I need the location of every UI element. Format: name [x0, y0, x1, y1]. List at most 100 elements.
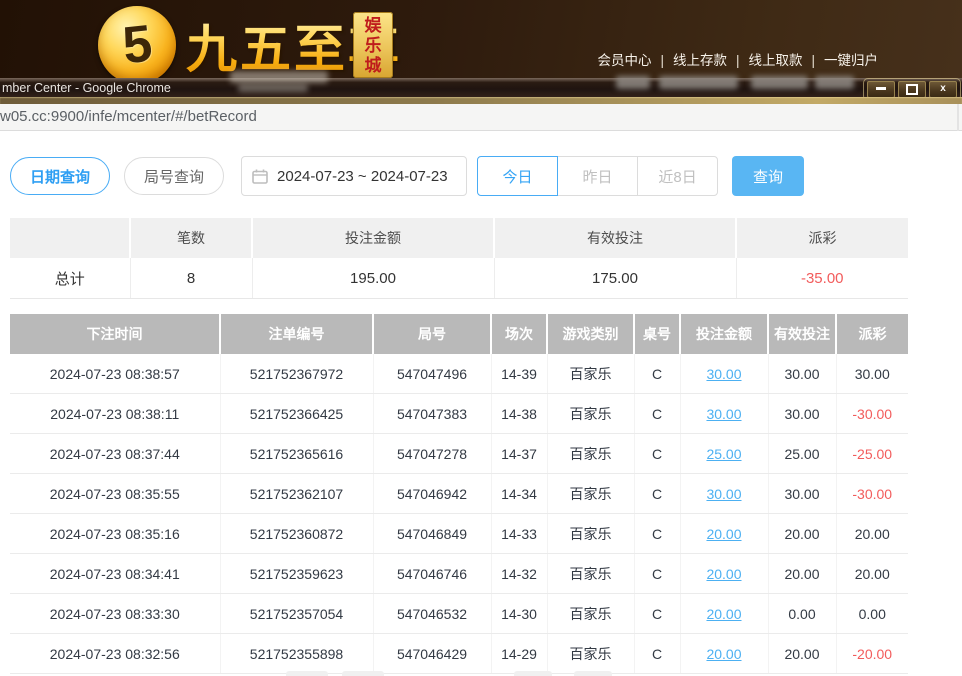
amount-cell[interactable]: 30.00 — [680, 394, 768, 434]
game-cell: 百家乐 — [547, 394, 634, 434]
payout-cell: -20.00 — [836, 634, 908, 674]
session-cell: 14-33 — [491, 514, 547, 554]
bet-id-cell: 521752366425 — [220, 394, 373, 434]
bet-id-cell: 521752362107 — [220, 474, 373, 514]
round-cell: 547047383 — [373, 394, 491, 434]
blurred-text — [659, 76, 738, 89]
quick-today-button[interactable]: 今日 — [477, 156, 558, 196]
bet-id-cell: 521752357054 — [220, 594, 373, 634]
summary-bet-amount-value: 195.00 — [252, 258, 494, 299]
maximize-button[interactable] — [898, 81, 926, 98]
nav-one-key-transfer[interactable]: 一键归户 — [824, 53, 878, 68]
table-row: 2024-07-23 08:38:57521752367972547047496… — [10, 354, 908, 394]
nav-member-center[interactable]: 会员中心 — [597, 53, 651, 68]
amount-cell[interactable]: 30.00 — [680, 474, 768, 514]
amount-cell[interactable]: 20.00 — [680, 554, 768, 594]
bet-table-header-row: 下注时间 注单编号 局号 场次 游戏类别 桌号 投注金额 有效投注 派彩 — [10, 314, 908, 354]
pagination-button[interactable] — [286, 671, 328, 676]
blurred-text — [238, 84, 308, 92]
summary-header-row: 笔数 投注金额 有效投注 派彩 — [10, 218, 908, 258]
bet-id-cell: 521752367972 — [220, 354, 373, 394]
round-cell: 547047278 — [373, 434, 491, 474]
nav-online-deposit[interactable]: 线上存款 — [673, 53, 727, 68]
badge-char: 娱 — [365, 16, 382, 36]
blurred-text — [815, 76, 854, 89]
header-bet-id: 注单编号 — [220, 314, 373, 354]
amount-cell[interactable]: 20.00 — [680, 634, 768, 674]
pagination-button[interactable] — [342, 671, 384, 676]
calendar-icon — [252, 169, 268, 184]
date-query-tab[interactable]: 日期查询 — [10, 157, 110, 195]
bet-amount-link[interactable]: 20.00 — [706, 526, 741, 542]
round-cell: 547046849 — [373, 514, 491, 554]
round-cell: 547047496 — [373, 354, 491, 394]
url-text: w05.cc:9900/infe/mcenter/#/betRecord — [0, 108, 257, 125]
minimize-button[interactable] — [867, 81, 895, 98]
bet-time-cell: 2024-07-23 08:35:16 — [10, 514, 220, 554]
bet-amount-link[interactable]: 20.00 — [706, 646, 741, 662]
table-cell: C — [634, 474, 680, 514]
payout-cell: 0.00 — [836, 594, 908, 634]
table-row: 2024-07-23 08:37:44521752365616547047278… — [10, 434, 908, 474]
game-cell: 百家乐 — [547, 594, 634, 634]
valid-cell: 0.00 — [768, 594, 836, 634]
bet-table-body: 2024-07-23 08:38:57521752367972547047496… — [10, 354, 908, 674]
amount-cell[interactable]: 25.00 — [680, 434, 768, 474]
search-button[interactable]: 查询 — [732, 156, 804, 196]
bet-id-cell: 521752355898 — [220, 634, 373, 674]
quick-last8days-button[interactable]: 近8日 — [637, 156, 718, 196]
valid-cell: 20.00 — [768, 634, 836, 674]
game-cell: 百家乐 — [547, 554, 634, 594]
game-cell: 百家乐 — [547, 634, 634, 674]
bet-amount-link[interactable]: 20.00 — [706, 606, 741, 622]
session-cell: 14-29 — [491, 634, 547, 674]
bet-id-cell: 521752359623 — [220, 554, 373, 594]
bet-amount-link[interactable]: 30.00 — [706, 486, 741, 502]
site-header: 5 九五至尊 娱 乐 城 会员中心|线上存款|线上取款|一键归户 — [0, 0, 962, 78]
table-cell: C — [634, 514, 680, 554]
table-cell: C — [634, 634, 680, 674]
amount-cell[interactable]: 20.00 — [680, 594, 768, 634]
bet-time-cell: 2024-07-23 08:37:44 — [10, 434, 220, 474]
close-button[interactable]: x — [929, 81, 957, 98]
date-range-input[interactable]: 2024-07-23 ~ 2024-07-23 — [241, 156, 467, 196]
nav-online-withdraw[interactable]: 线上取款 — [748, 53, 802, 68]
valid-cell: 30.00 — [768, 394, 836, 434]
filter-bar: 日期查询 局号查询 2024-07-23 ~ 2024-07-23 今日 昨日 … — [10, 156, 962, 196]
round-query-tab[interactable]: 局号查询 — [124, 157, 224, 195]
logo-coin-icon: 5 — [98, 6, 176, 84]
round-cell: 547046532 — [373, 594, 491, 634]
game-cell: 百家乐 — [547, 474, 634, 514]
summary-table: 笔数 投注金额 有效投注 派彩 总计 8 195.00 175.00 -35.0… — [10, 218, 908, 299]
bet-id-cell: 521752365616 — [220, 434, 373, 474]
logo-mark: 5 — [119, 14, 154, 77]
amount-cell[interactable]: 20.00 — [680, 514, 768, 554]
header-bet-amount: 投注金额 — [680, 314, 768, 354]
summary-count-value: 8 — [130, 258, 252, 299]
table-row: 2024-07-23 08:34:41521752359623547046746… — [10, 554, 908, 594]
quick-yesterday-button[interactable]: 昨日 — [557, 156, 638, 196]
bet-amount-link[interactable]: 25.00 — [706, 446, 741, 462]
valid-cell: 20.00 — [768, 554, 836, 594]
bet-amount-link[interactable]: 20.00 — [706, 566, 741, 582]
bet-amount-link[interactable]: 30.00 — [706, 366, 741, 382]
valid-cell: 30.00 — [768, 354, 836, 394]
amount-cell[interactable]: 30.00 — [680, 354, 768, 394]
table-row: 2024-07-23 08:38:11521752366425547047383… — [10, 394, 908, 434]
session-cell: 14-38 — [491, 394, 547, 434]
summary-header-valid-bet: 有效投注 — [494, 218, 736, 258]
window-title: mber Center - Google Chrome — [2, 80, 171, 97]
valid-cell: 30.00 — [768, 474, 836, 514]
pagination-button[interactable] — [514, 671, 552, 676]
nav-separator: | — [660, 53, 664, 68]
bet-time-cell: 2024-07-23 08:35:55 — [10, 474, 220, 514]
valid-cell: 25.00 — [768, 434, 836, 474]
summary-header-bet-amount: 投注金额 — [252, 218, 494, 258]
address-bar[interactable]: w05.cc:9900/infe/mcenter/#/betRecord — [0, 104, 962, 131]
bet-amount-link[interactable]: 30.00 — [706, 406, 741, 422]
session-cell: 14-39 — [491, 354, 547, 394]
summary-total-row: 总计 8 195.00 175.00 -35.00 — [10, 258, 908, 299]
bet-record-table: 下注时间 注单编号 局号 场次 游戏类别 桌号 投注金额 有效投注 派彩 202… — [10, 314, 908, 674]
pagination-button[interactable] — [574, 671, 612, 676]
blurred-text — [751, 76, 808, 89]
